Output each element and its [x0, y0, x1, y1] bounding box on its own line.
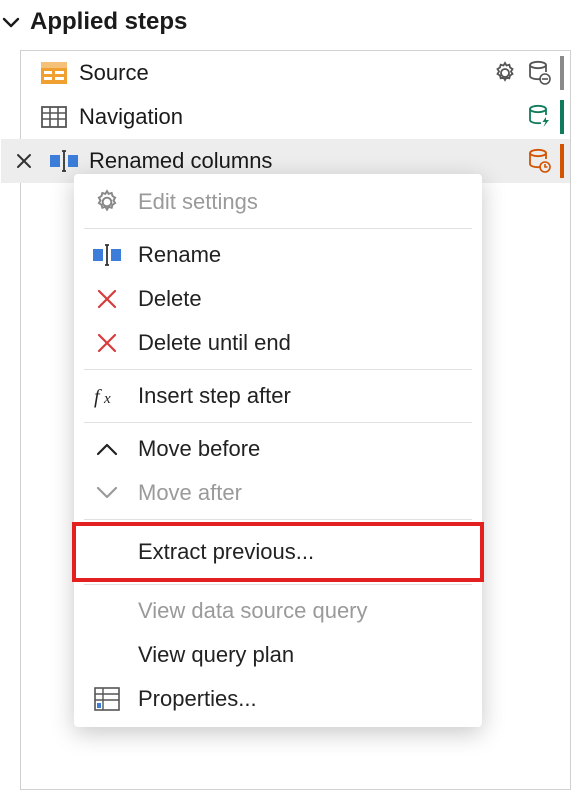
status-pipe [560, 100, 564, 134]
menu-label: Edit settings [138, 189, 258, 215]
gear-icon [92, 187, 122, 217]
menu-separator [84, 228, 472, 229]
svg-text:x: x [103, 391, 111, 407]
step-label: Navigation [79, 104, 514, 130]
menu-move-after: Move after [74, 471, 482, 515]
rename-columns-icon [49, 146, 79, 176]
menu-separator [84, 369, 472, 370]
source-icon [39, 58, 69, 88]
database-clock-icon[interactable] [524, 146, 554, 176]
menu-extract-previous[interactable]: Extract previous... [74, 524, 482, 580]
menu-label: Extract previous... [138, 539, 314, 565]
step-right-icons [524, 100, 564, 134]
fx-icon: f x [92, 381, 122, 411]
table-icon [39, 102, 69, 132]
menu-label: Insert step after [138, 383, 291, 409]
database-lightning-icon[interactable] [524, 102, 554, 132]
delete-icon [92, 284, 122, 314]
panel-title: Applied steps [30, 8, 187, 36]
menu-move-before[interactable]: Move before [74, 427, 482, 471]
panel-header: Applied steps [0, 0, 581, 44]
menu-rename[interactable]: Rename [74, 233, 482, 277]
menu-properties[interactable]: Properties... [74, 677, 482, 721]
menu-delete-until-end[interactable]: Delete until end [74, 321, 482, 365]
menu-separator [84, 519, 472, 520]
menu-label: View query plan [138, 642, 294, 668]
step-label: Renamed columns [89, 148, 514, 174]
menu-separator [84, 584, 472, 585]
menu-label: Properties... [138, 686, 257, 712]
step-row-source[interactable]: Source [21, 51, 570, 95]
menu-label: Delete [138, 286, 202, 312]
rename-icon [92, 240, 122, 270]
menu-label: Rename [138, 242, 221, 268]
database-minus-icon[interactable] [524, 58, 554, 88]
status-pipe [560, 144, 564, 178]
chevron-down-icon [92, 478, 122, 508]
menu-label: Move before [138, 436, 260, 462]
menu-edit-settings: Edit settings [74, 180, 482, 224]
step-row-navigation[interactable]: Navigation [21, 95, 570, 139]
delete-icon [92, 328, 122, 358]
menu-insert-step-after[interactable]: f x Insert step after [74, 374, 482, 418]
expand-collapse-toggle[interactable] [2, 13, 20, 31]
menu-delete[interactable]: Delete [74, 277, 482, 321]
properties-icon [92, 684, 122, 714]
status-pipe [560, 56, 564, 90]
gear-icon[interactable] [490, 58, 520, 88]
step-label: Source [79, 60, 480, 86]
menu-view-query-plan[interactable]: View query plan [74, 633, 482, 677]
menu-view-data-source-query: View data source query [74, 589, 482, 633]
menu-separator [84, 422, 472, 423]
context-menu: Edit settings Rename Delete Delete until… [74, 174, 482, 727]
chevron-up-icon [92, 434, 122, 464]
menu-label: Move after [138, 480, 242, 506]
step-right-icons [490, 56, 564, 90]
menu-label: Delete until end [138, 330, 291, 356]
svg-text:f: f [94, 386, 102, 408]
delete-step-button[interactable] [9, 151, 39, 171]
menu-label: View data source query [138, 598, 368, 624]
step-right-icons [524, 144, 564, 178]
